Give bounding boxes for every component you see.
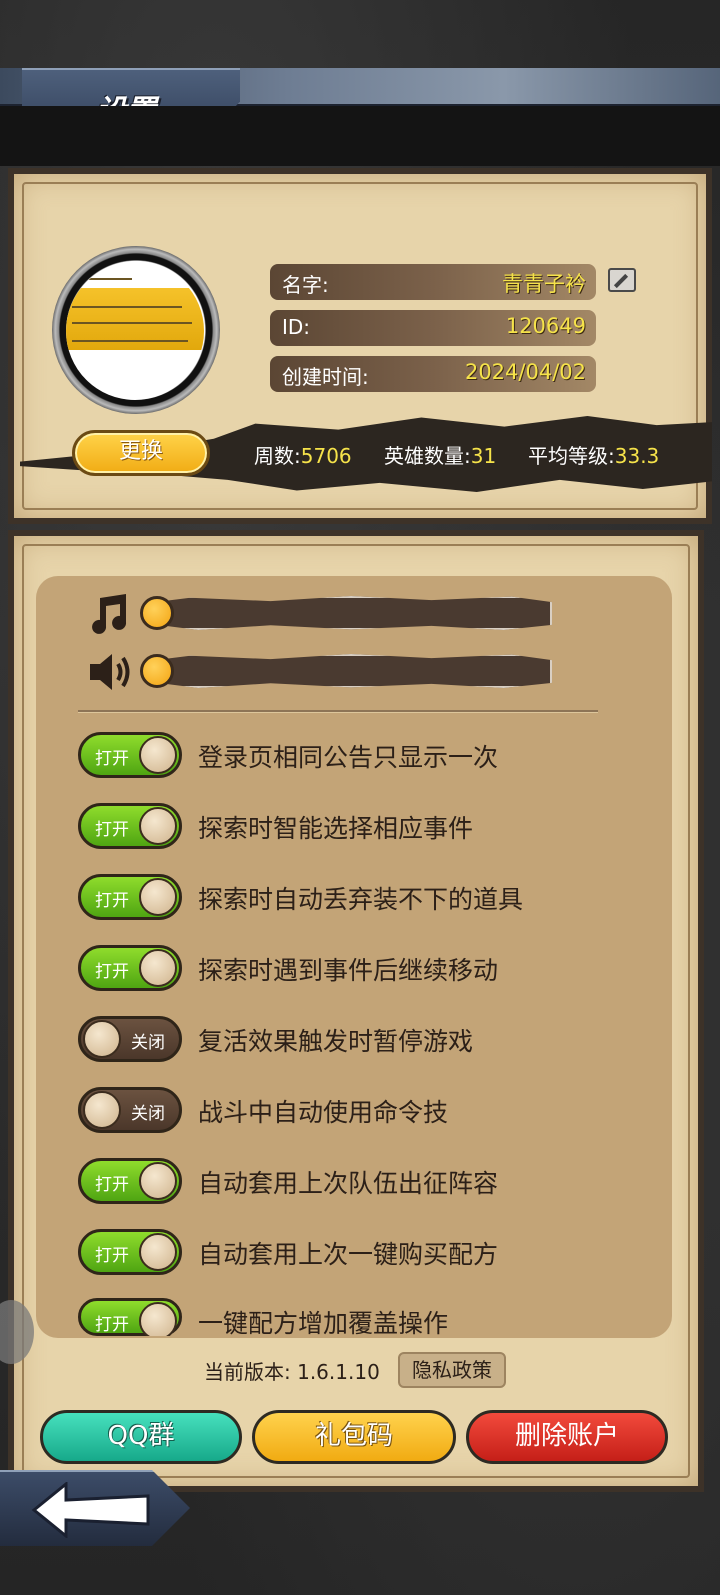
music-icon — [92, 594, 127, 634]
sound-volume-knob[interactable] — [140, 654, 174, 688]
toggle-state-label: 打开 — [95, 1175, 129, 1195]
toggle-text-login-notice-once: 登录页相同公告只显示一次 — [198, 743, 499, 772]
edit-icon[interactable] — [608, 268, 636, 292]
stat-avg-level: 平均等级:33.3 — [528, 440, 659, 469]
delete-account-button[interactable]: 删除账户 — [466, 1410, 668, 1464]
toggle-state-label: 打开 — [95, 1315, 129, 1335]
toggle-text-auto-command-skill: 战斗中自动使用命令技 — [198, 1098, 449, 1127]
toggle-auto-command-skill[interactable]: 关闭 — [78, 1087, 182, 1133]
name-row: 名字: 青青子衿 — [270, 264, 596, 300]
toggle-text-pause-on-revive: 复活效果触发时暂停游戏 — [198, 1027, 474, 1056]
name-value: 青青子衿 — [502, 272, 586, 296]
toggle-text-reuse-last-recipe: 自动套用上次一键购买配方 — [198, 1240, 499, 1269]
toggle-knob — [139, 949, 177, 987]
toggle-knob — [139, 1162, 177, 1200]
name-label: 名字: — [282, 273, 329, 297]
created-value: 2024/04/02 — [464, 360, 586, 384]
id-row: ID: 120649 — [270, 310, 596, 346]
toggle-text-reuse-last-team: 自动套用上次队伍出征阵容 — [198, 1169, 499, 1198]
toggle-state-label: 关闭 — [131, 1104, 165, 1124]
toggle-state-label: 关闭 — [131, 1033, 165, 1053]
created-label: 创建时间: — [282, 365, 369, 389]
gift-code-button[interactable]: 礼包码 — [252, 1410, 456, 1464]
toggle-auto-discard-items[interactable]: 打开 — [78, 874, 182, 920]
toggle-reuse-last-team[interactable]: 打开 — [78, 1158, 182, 1204]
stat-weeks-label: 周数: — [254, 444, 301, 468]
toggle-smart-event-select[interactable]: 打开 — [78, 803, 182, 849]
change-avatar-button[interactable]: 更换 — [72, 430, 210, 476]
stat-hero-count-value: 31 — [470, 444, 497, 468]
music-volume-slider[interactable] — [150, 596, 552, 630]
toggle-text-auto-discard-items: 探索时自动丢弃装不下的道具 — [198, 885, 524, 914]
privacy-policy-button[interactable]: 隐私政策 — [398, 1352, 506, 1388]
toggle-text-continue-after-event: 探索时遇到事件后继续移动 — [198, 956, 499, 985]
toggle-continue-after-event[interactable]: 打开 — [78, 945, 182, 991]
toggle-state-label: 打开 — [95, 820, 129, 840]
toggle-knob — [83, 1020, 121, 1058]
qq-group-button[interactable]: QQ群 — [40, 1410, 242, 1464]
stat-avg-level-label: 平均等级: — [528, 444, 615, 468]
music-volume-knob[interactable] — [140, 596, 174, 630]
stat-hero-count-label: 英雄数量: — [384, 444, 471, 468]
stat-hero-count: 英雄数量:31 — [384, 440, 496, 469]
toggle-knob — [139, 807, 177, 845]
stat-weeks: 周数:5706 — [254, 440, 352, 469]
toggle-knob — [83, 1091, 121, 1129]
settings-divider — [78, 710, 598, 712]
id-label: ID: — [282, 315, 311, 339]
back-arrow-icon — [31, 1482, 150, 1538]
toggle-knob — [139, 1233, 177, 1271]
sound-volume-slider[interactable] — [150, 654, 552, 688]
toggle-text-recipe-overwrite: 一键配方增加覆盖操作 — [198, 1309, 449, 1338]
toggle-knob — [139, 878, 177, 916]
toggle-login-notice-once[interactable]: 打开 — [78, 732, 182, 778]
speaker-icon — [90, 654, 130, 690]
toggle-reuse-last-recipe[interactable]: 打开 — [78, 1229, 182, 1275]
toggle-state-label: 打开 — [95, 1246, 129, 1266]
header-shadow-band — [0, 106, 720, 166]
toggle-state-label: 打开 — [95, 749, 129, 769]
toggle-pause-on-revive[interactable]: 关闭 — [78, 1016, 182, 1062]
version-text: 当前版本: 1.6.1.10 — [204, 1360, 380, 1384]
toggle-state-label: 打开 — [95, 891, 129, 911]
created-row: 创建时间: 2024/04/02 — [270, 356, 596, 392]
toggle-knob — [139, 736, 177, 774]
avatar[interactable] — [66, 262, 204, 400]
id-value: 120649 — [505, 314, 586, 338]
toggle-text-smart-event-select: 探索时智能选择相应事件 — [198, 814, 474, 843]
stat-avg-level-value: 33.3 — [614, 444, 660, 468]
toggle-knob — [139, 1302, 177, 1336]
toggle-state-label: 打开 — [95, 962, 129, 982]
stat-weeks-value: 5706 — [300, 444, 352, 468]
toggle-recipe-overwrite[interactable]: 打开 — [78, 1298, 182, 1336]
